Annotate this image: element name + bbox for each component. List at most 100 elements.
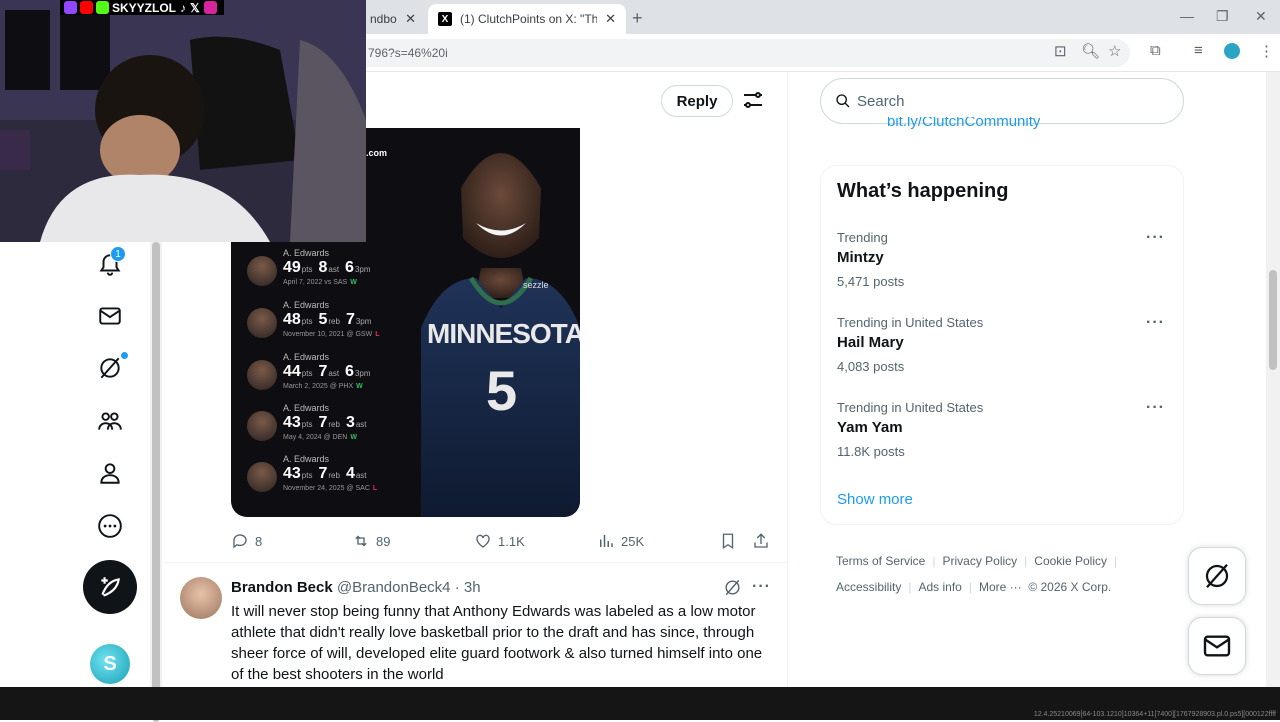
new-tab-icon[interactable]: + (632, 8, 643, 29)
stat-unit: 3pm (354, 265, 371, 274)
stat-unit: pts (301, 317, 313, 326)
scroll-thumb[interactable] (152, 242, 160, 722)
bookmark-action[interactable] (719, 532, 743, 550)
grok-icon (1205, 564, 1229, 588)
grok-icon[interactable] (723, 578, 742, 597)
stat-value: 44 (283, 363, 301, 380)
instagram-icon (203, 1, 217, 14)
address-bar[interactable]: 796?s=46%20i (340, 39, 1130, 67)
trend-more-icon[interactable]: ··· (1146, 229, 1165, 247)
browser-menu-icon[interactable]: ⋮ (1259, 42, 1274, 60)
reply-author-avatar[interactable] (180, 577, 222, 619)
terms-link[interactable]: Terms of Service (836, 554, 925, 568)
ads-info-link[interactable]: Ads info (918, 580, 961, 594)
youtube-icon (80, 1, 93, 14)
zoom-icon[interactable]: 🔍︎ (1081, 42, 1100, 60)
player-thumbnail (247, 360, 277, 390)
stat-unit: 3pm (354, 369, 371, 378)
stat-value: 7 (318, 465, 328, 482)
nav-messages[interactable] (92, 298, 128, 334)
trend-count: 4,083 posts (837, 359, 905, 374)
trend-more-icon[interactable]: ··· (1146, 399, 1165, 417)
close-window-icon[interactable]: ✕ (1255, 8, 1267, 25)
reply-count: 8 (255, 533, 263, 549)
messages-float-button[interactable] (1188, 617, 1246, 675)
show-more-link[interactable]: Show more (837, 491, 913, 508)
trend-name[interactable]: Yam Yam (837, 419, 903, 436)
stat-result: W (356, 383, 363, 390)
twitch-icon (64, 1, 77, 14)
heart-icon (476, 534, 490, 548)
taskbar: 12.4.25210069[64-103.1210]10364+11[7400]… (0, 687, 1280, 720)
cookie-link[interactable]: Cookie Policy (1034, 554, 1107, 568)
stat-unit: ast (355, 420, 367, 429)
copyright: © 2026 X Corp. (1028, 580, 1112, 594)
jersey-sponsor: sezzle (523, 280, 549, 290)
stat-game-info: March 2, 2025 @ PHX W (283, 383, 363, 390)
grok-float-button[interactable] (1188, 547, 1246, 605)
like-action[interactable]: 1.1K (474, 532, 525, 550)
nav-more[interactable] (92, 508, 128, 544)
url-text: 796?s=46%20i (368, 46, 448, 60)
trend-more-icon[interactable]: ··· (1146, 314, 1165, 332)
stat-row: A. Edwards 43pts 7reb 4ast November 24, 2025… (243, 454, 433, 502)
share-action[interactable] (752, 532, 776, 550)
media-control-icon[interactable]: ≡ (1194, 42, 1203, 59)
right-scrollbar[interactable] (1266, 72, 1280, 687)
community-link[interactable]: bit.ly/ClutchCommunity (887, 117, 1040, 133)
maximize-icon[interactable]: ❐ (1216, 8, 1229, 25)
compose-post-button[interactable] (83, 560, 137, 614)
stat-value: 43 (283, 414, 301, 431)
views-action[interactable]: 25K (597, 532, 644, 550)
grok-icon (100, 357, 120, 379)
install-app-icon[interactable]: ⊡ (1054, 42, 1067, 60)
stat-row: A. Edwards 49pts 8ast 63pm April 7, 2022 vs … (243, 248, 433, 296)
profile-icon[interactable] (1224, 43, 1240, 59)
nav-communities[interactable] (92, 403, 128, 439)
jersey-text: MINNESOTA (427, 318, 580, 349)
reply-action[interactable]: 8 (231, 532, 262, 550)
reply-author-handle[interactable]: @BrandonBeck4 (337, 579, 451, 596)
reply-author-name[interactable]: Brandon Beck (231, 579, 333, 596)
scroll-thumb[interactable] (1269, 270, 1277, 370)
account-avatar[interactable]: S (90, 644, 130, 684)
repost-count: 89 (376, 533, 391, 549)
stat-player-name: A. Edwards (283, 352, 330, 362)
stat-player-name: A. Edwards (283, 403, 330, 413)
stat-row: A. Edwards 43pts 7reb 3ast May 4, 2024 @ DEN… (243, 403, 433, 451)
player-thumbnail (247, 256, 277, 286)
privacy-link[interactable]: Privacy Policy (942, 554, 1017, 568)
extensions-icon[interactable]: ⧉ (1150, 42, 1161, 59)
bookmark-star-icon[interactable]: ☆ (1108, 42, 1121, 60)
footer-links: Terms of Service | Privacy Policy | Cookie P… (836, 554, 1118, 594)
reply-icon (233, 534, 247, 549)
accessibility-link[interactable]: Accessibility (836, 580, 901, 594)
trend-context: Trending in United States (837, 400, 984, 415)
trend-name[interactable]: Hail Mary (837, 334, 904, 351)
minimize-icon[interactable]: — (1180, 8, 1194, 24)
repost-action[interactable]: 89 (352, 532, 390, 550)
nav-profile[interactable] (92, 455, 128, 491)
close-tab-icon[interactable]: ✕ (405, 11, 416, 27)
stat-value: 6 (345, 363, 354, 380)
close-tab-icon[interactable]: ✕ (605, 11, 616, 27)
sliders-icon[interactable] (741, 88, 765, 112)
reply-button[interactable]: Reply (661, 85, 733, 117)
stat-result: W (350, 434, 357, 441)
repost-icon (355, 535, 367, 547)
browser-tab-active[interactable]: X (1) ClutchPoints on X: "The Wol ✕ (428, 4, 626, 34)
stat-value: 4 (345, 465, 355, 482)
reply-timestamp[interactable]: · 3h (455, 579, 481, 596)
notification-badge: 1 (110, 246, 126, 262)
post-more-icon[interactable]: ··· (752, 578, 771, 596)
footer-more-link[interactable]: More ··· (979, 580, 1022, 594)
feather-plus-icon (101, 577, 120, 597)
stat-line: 49pts 8ast 63pm (283, 259, 377, 277)
stat-line: 48pts 5reb 73pm (283, 311, 377, 329)
views-chart-icon (600, 535, 613, 547)
browser-tab[interactable]: ndboa ✕ (360, 4, 426, 34)
trend-name[interactable]: Mintzy (837, 249, 884, 266)
stat-unit: ast (328, 369, 340, 378)
views-count: 25K (621, 533, 645, 549)
mail-icon (1203, 635, 1231, 657)
